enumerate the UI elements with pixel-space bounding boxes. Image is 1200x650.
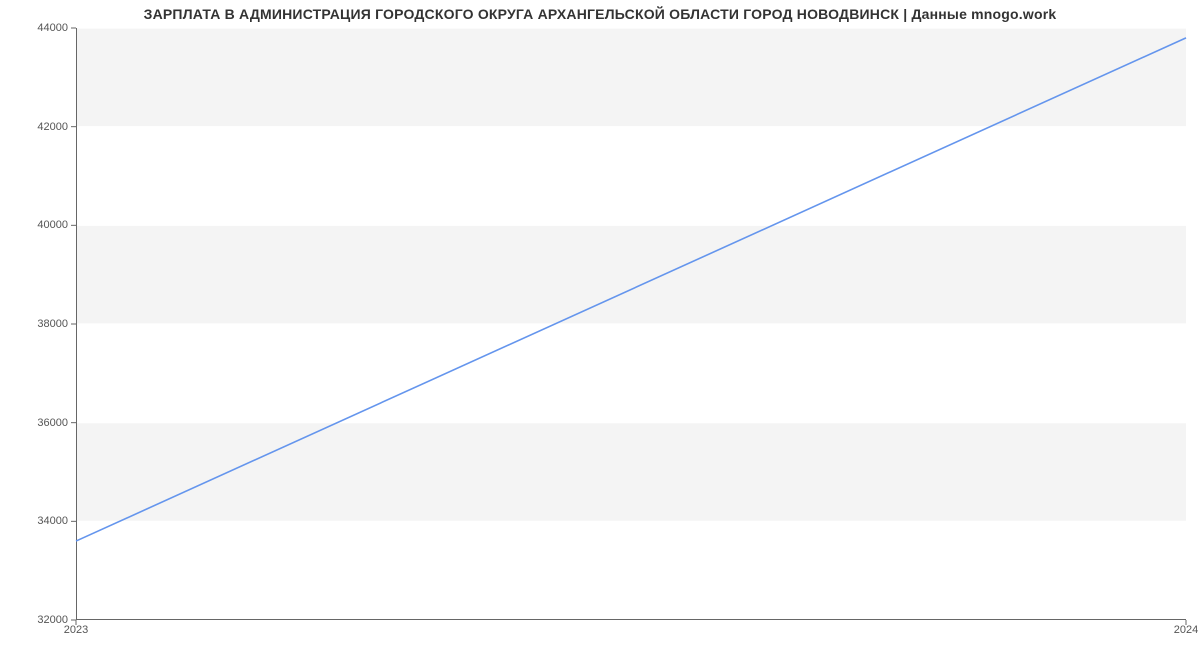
chart-container: ЗАРПЛАТА В АДМИНИСТРАЦИЯ ГОРОДСКОГО ОКРУ… <box>0 0 1200 650</box>
chart-title: ЗАРПЛАТА В АДМИНИСТРАЦИЯ ГОРОДСКОГО ОКРУ… <box>0 6 1200 22</box>
x-tick-label: 2023 <box>64 624 88 636</box>
y-tick-label: 34000 <box>8 515 68 527</box>
chart-svg <box>76 28 1186 620</box>
y-tick-label: 38000 <box>8 318 68 330</box>
x-tick-label: 2024 <box>1174 624 1198 636</box>
y-tick-label: 42000 <box>8 121 68 133</box>
y-tick-label: 36000 <box>8 417 68 429</box>
plot-area <box>76 28 1186 620</box>
y-tick-label: 32000 <box>8 614 68 626</box>
y-tick-label: 40000 <box>8 219 68 231</box>
y-tick-label: 44000 <box>8 22 68 34</box>
